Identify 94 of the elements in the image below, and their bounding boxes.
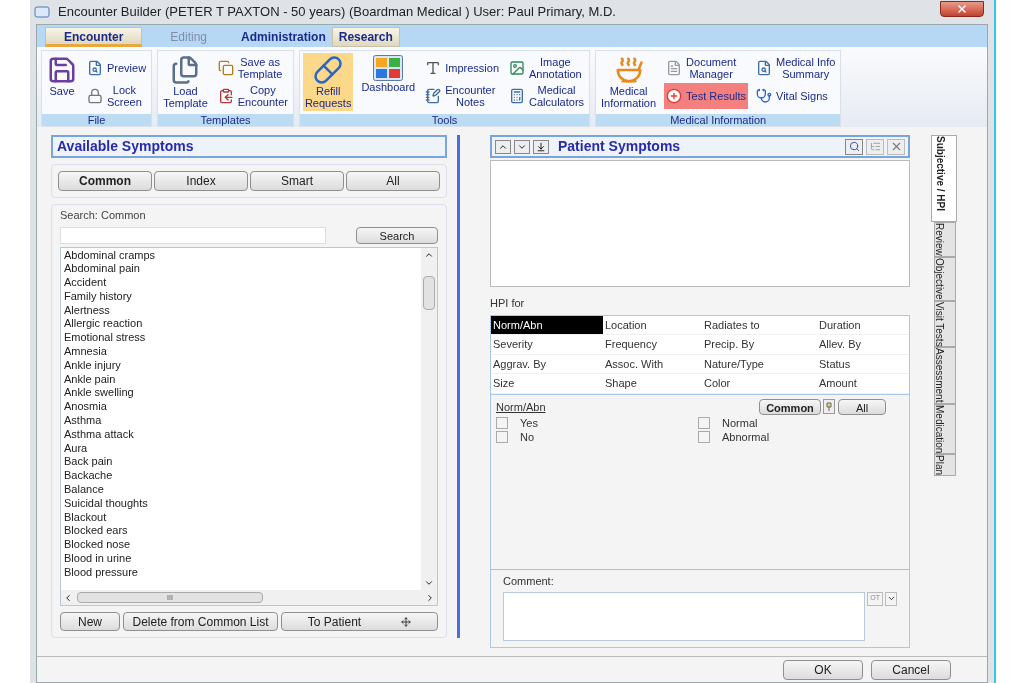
detail-filter-tab[interactable]: Common [759,398,821,415]
hpi-cell[interactable]: Duration [817,315,909,335]
ribbon-button[interactable]: Copy Encounter [215,83,290,109]
hpi-cell[interactable]: Precip. By [702,335,817,355]
filter-tab[interactable]: Smart [250,171,344,191]
group-label: File [42,114,152,126]
symptom-item[interactable]: Balance [64,483,421,497]
ribbon-button[interactable]: Medical Information [599,53,659,111]
filter-tab[interactable]: Index [154,171,248,191]
side-tab[interactable]: Plan [934,454,956,476]
ribbon-button[interactable]: Test Results [664,83,748,109]
filter-tab[interactable]: Common [58,171,152,191]
hpi-cell[interactable]: Severity [491,335,603,355]
symptom-item[interactable]: Alertness [64,303,421,318]
symptom-item[interactable]: Back pain [64,455,421,470]
ribbon-button[interactable]: Dashboard [359,53,418,111]
symptom-item[interactable]: Blood pressure [64,565,421,580]
hpi-cell[interactable]: Amount [817,374,909,394]
option-checkbox[interactable]: No [496,430,698,444]
side-tab[interactable]: Objective [934,256,956,301]
hpi-cell[interactable]: Norm/Abn [491,315,603,335]
symptom-item[interactable]: Accident [64,276,421,290]
cancel-button[interactable]: Cancel [871,659,951,680]
hpi-label: HPI for [490,296,526,311]
hpi-cell[interactable]: Shape [603,374,702,394]
option-checkbox[interactable]: Normal [698,416,900,430]
menu-tab[interactable]: Encounter [45,27,143,47]
side-tab[interactable]: Visit Tests [934,300,956,348]
symptom-item[interactable]: Suicidal thoughts [64,496,421,511]
search-label: Search: Common [60,208,147,223]
symptom-item[interactable]: Asthma [64,414,421,428]
hpi-cell[interactable]: Status [817,354,909,374]
symptom-item[interactable]: Backache [64,469,421,484]
hpi-cell[interactable]: Size [491,374,603,394]
hpi-cell[interactable]: Color [702,374,817,394]
comment-label: Comment: [503,574,555,589]
ribbon-button[interactable]: Impression [423,55,502,81]
ribbon-button[interactable]: Document Manager [664,55,748,81]
hpi-cell[interactable]: Allev. By [817,335,909,355]
ribbon-button[interactable]: Preview [85,55,149,81]
ribbon-button[interactable]: Image Annotation [507,55,587,81]
group-label: Medical Information [596,114,841,126]
symptom-item[interactable]: Anosmia [64,400,421,415]
ribbon-button[interactable]: Encounter Notes [423,83,502,109]
symptom-item[interactable]: Blackout [64,510,421,525]
ribbon-button[interactable]: Lock Screen [85,83,149,109]
symptom-item[interactable]: Ankle injury [64,358,421,373]
to-patient-button[interactable]: To Patient [281,612,438,631]
group-label: Templates [158,114,293,126]
ribbon-button[interactable]: Medical Calculators [507,83,587,109]
window-title: Encounter Builder (PETER T PAXTON - 50 years) (Boardman Medical ) User: Paul Primary, M.D. [58,3,617,22]
hpi-cell[interactable]: Frequency [603,335,702,355]
symptom-item[interactable]: Amnesia [64,345,421,359]
filter-tab[interactable]: All [346,171,440,191]
ribbon-button[interactable]: Load Template [161,53,210,111]
symptom-item[interactable]: Abdominal cramps [64,248,421,263]
side-tab[interactable]: Review [934,222,956,257]
symptom-item[interactable]: Emotional stress [64,331,421,346]
symptom-item[interactable]: Blocked ears [64,524,421,539]
hpi-cell[interactable]: Location [603,315,702,335]
hpi-cell[interactable]: Assoc. With [603,354,702,374]
symptom-item[interactable]: Blocked nose [64,538,421,553]
option-checkbox[interactable]: Abnormal [698,430,900,444]
hpi-cell[interactable]: Nature/Type [702,354,817,374]
new-button[interactable]: New [60,612,120,631]
ribbon-button[interactable]: Refill Requests [302,53,354,111]
delete-button[interactable]: Delete from Common List [123,612,278,631]
option-checkbox[interactable]: Yes [496,416,698,430]
panel-title: Patient Symptoms [558,137,682,156]
symptom-item[interactable]: Blood in urine [64,552,421,566]
ribbon-button[interactable]: Vital Signs [754,83,838,109]
symptom-item[interactable]: Ankle swelling [64,386,421,401]
symptom-item[interactable]: Aura [64,441,421,456]
menu-tab[interactable]: Research [331,27,400,47]
hpi-cell[interactable]: Radiates to [702,315,817,335]
search-button[interactable]: Search [356,226,438,244]
hpi-cell[interactable]: Aggrav. By [491,354,603,374]
side-tab[interactable]: Assessment [934,347,956,404]
detail-title: Norm/Abn [496,399,547,415]
panel-title: Available Symptoms [57,137,194,156]
symptom-item[interactable]: Allergic reaction [64,317,421,332]
symptom-item[interactable]: Abdominal pain [64,262,421,277]
group-label: Tools [299,114,590,126]
symptom-item[interactable]: Ankle pain [64,372,421,387]
menu-tab[interactable]: Administration [235,27,332,47]
ok-button[interactable]: OK [783,659,863,680]
side-tab[interactable]: Medication [934,403,956,454]
symptom-item[interactable]: Asthma attack [64,427,421,442]
detail-filter-tab[interactable]: All [838,398,886,415]
symptom-item[interactable]: Family history [64,289,421,304]
ribbon-button[interactable]: Save as Template [215,55,290,81]
ribbon-button[interactable]: Save [45,53,79,111]
side-tab[interactable]: Subjective / HPI [931,135,957,223]
ribbon-button[interactable]: Medical Info Summary [754,55,838,81]
